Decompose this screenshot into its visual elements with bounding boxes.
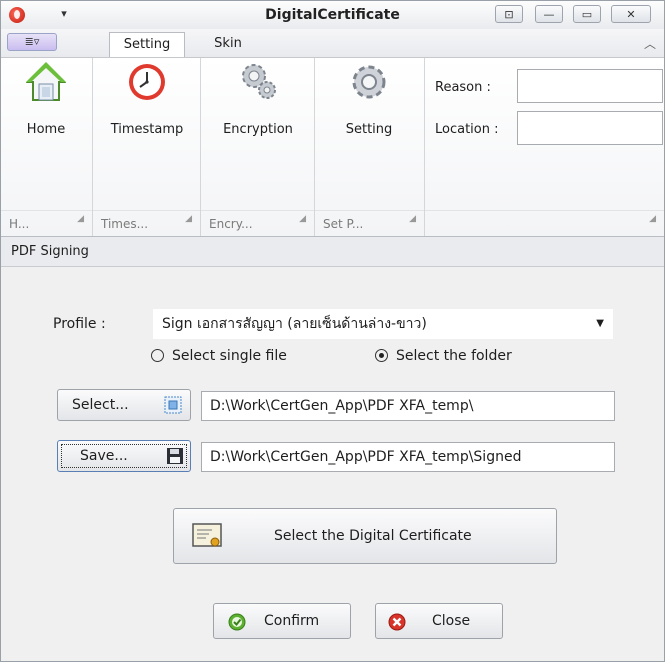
group-label: H... ◢ <box>1 210 92 236</box>
home-icon <box>25 62 67 101</box>
select-certificate-label: Select the Digital Certificate <box>274 528 472 544</box>
window-title: DigitalCertificate <box>265 7 400 23</box>
group-encryption-label: Encry... <box>209 217 253 231</box>
close-label: Close <box>432 613 471 629</box>
dialog-launcher-icon[interactable]: ◢ <box>649 206 656 232</box>
group-home-label: H... <box>9 217 30 231</box>
select-button[interactable]: Select... <box>57 389 191 421</box>
encryption-label: Encryption <box>223 122 293 137</box>
save-button[interactable]: Save... <box>57 440 191 472</box>
certificate-icon <box>192 523 222 547</box>
restore-icon[interactable]: ⊡ <box>495 5 523 23</box>
check-circle-icon <box>228 613 246 631</box>
group-label: Times... ◢ <box>93 210 200 236</box>
chevron-down-icon[interactable]: ▼ <box>596 310 604 338</box>
group-label: Set P... ◢ <box>315 210 424 236</box>
group-home: Home H... ◢ <box>1 58 93 236</box>
group-timestamp: Timestamp Times... ◢ <box>93 58 201 236</box>
folder-select-icon <box>164 396 182 414</box>
cancel-circle-icon <box>388 613 406 631</box>
minimize-button[interactable]: — <box>535 5 563 23</box>
setting-button[interactable]: Setting <box>319 60 419 137</box>
radio-single-label: Select single file <box>172 348 287 364</box>
section-title: PDF Signing <box>1 237 664 267</box>
confirm-button[interactable]: Confirm <box>213 603 351 639</box>
group-timestamp-label: Times... <box>101 217 149 231</box>
app-menu-button[interactable]: ≣▿ <box>7 33 57 51</box>
save-path-field[interactable]: D:\Work\CertGen_App\PDF XFA_temp\Signed <box>201 442 615 472</box>
profile-select[interactable]: Sign เอกสารสัญญา (ลายเซ็นด้านล่าง-ขาว) ▼ <box>153 309 613 339</box>
radio-single-file[interactable]: Select single file <box>151 348 287 364</box>
home-label: Home <box>26 122 66 137</box>
app-window: ▾ DigitalCertificate ⊡ — ▭ ✕ ≣▿ Setting … <box>0 0 665 662</box>
confirm-label: Confirm <box>264 613 320 629</box>
location-input[interactable] <box>517 111 663 145</box>
group-setting: Setting Set P... ◢ <box>315 58 425 236</box>
close-window-button[interactable]: ✕ <box>611 5 651 23</box>
reason-input[interactable] <box>517 69 663 103</box>
group-label: ◢ <box>425 210 664 236</box>
save-button-label: Save... <box>80 448 128 464</box>
radio-selected-icon <box>375 349 388 362</box>
select-button-label: Select... <box>72 397 129 413</box>
title-bar: ▾ DigitalCertificate ⊡ — ▭ ✕ <box>1 1 664 29</box>
profile-value: Sign เอกสารสัญญา (ลายเซ็นด้านล่าง-ขาว) <box>162 316 427 332</box>
location-label: Location : <box>435 122 499 137</box>
ribbon: Home H... ◢ Timestamp Times... ◢ Encrypt… <box>1 57 664 237</box>
radio-circle-icon <box>151 349 164 362</box>
profile-label: Profile : <box>53 316 106 332</box>
encryption-button[interactable]: Encryption <box>205 60 311 137</box>
home-button[interactable]: Home <box>3 60 89 137</box>
collapse-ribbon-icon[interactable]: ︿ <box>644 35 656 52</box>
timestamp-button[interactable]: Timestamp <box>97 60 197 137</box>
gears-icon <box>242 64 276 99</box>
close-button[interactable]: Close <box>375 603 503 639</box>
tab-setting[interactable]: Setting <box>109 32 185 57</box>
dialog-launcher-icon[interactable]: ◢ <box>299 206 306 232</box>
radio-select-folder[interactable]: Select the folder <box>375 348 512 364</box>
timestamp-label: Timestamp <box>110 122 184 137</box>
dialog-launcher-icon[interactable]: ◢ <box>409 206 416 232</box>
select-certificate-button[interactable]: Select the Digital Certificate <box>173 508 557 564</box>
pdf-signing-panel: Profile : Sign เอกสารสัญญา (ลายเซ็นด้านล… <box>1 267 664 661</box>
radio-folder-label: Select the folder <box>396 348 512 364</box>
clock-icon <box>129 64 165 100</box>
select-path-field[interactable]: D:\Work\CertGen_App\PDF XFA_temp\ <box>201 391 615 421</box>
maximize-button[interactable]: ▭ <box>573 5 601 23</box>
tab-skin[interactable]: Skin <box>203 32 253 57</box>
floppy-disk-icon <box>167 448 183 464</box>
group-setting-label: Set P... <box>323 217 364 231</box>
dialog-launcher-icon[interactable]: ◢ <box>185 206 192 232</box>
group-encryption: Encryption Encry... ◢ <box>201 58 315 236</box>
dialog-launcher-icon[interactable]: ◢ <box>77 206 84 232</box>
group-signature-info: Reason : Location : ◢ <box>425 58 664 236</box>
ribbon-tab-bar: ≣▿ Setting Skin ︿ <box>1 29 664 57</box>
group-label: Encry... ◢ <box>201 210 314 236</box>
setting-label: Setting <box>345 122 393 137</box>
reason-label: Reason : <box>435 80 491 95</box>
gear-icon <box>352 65 386 99</box>
